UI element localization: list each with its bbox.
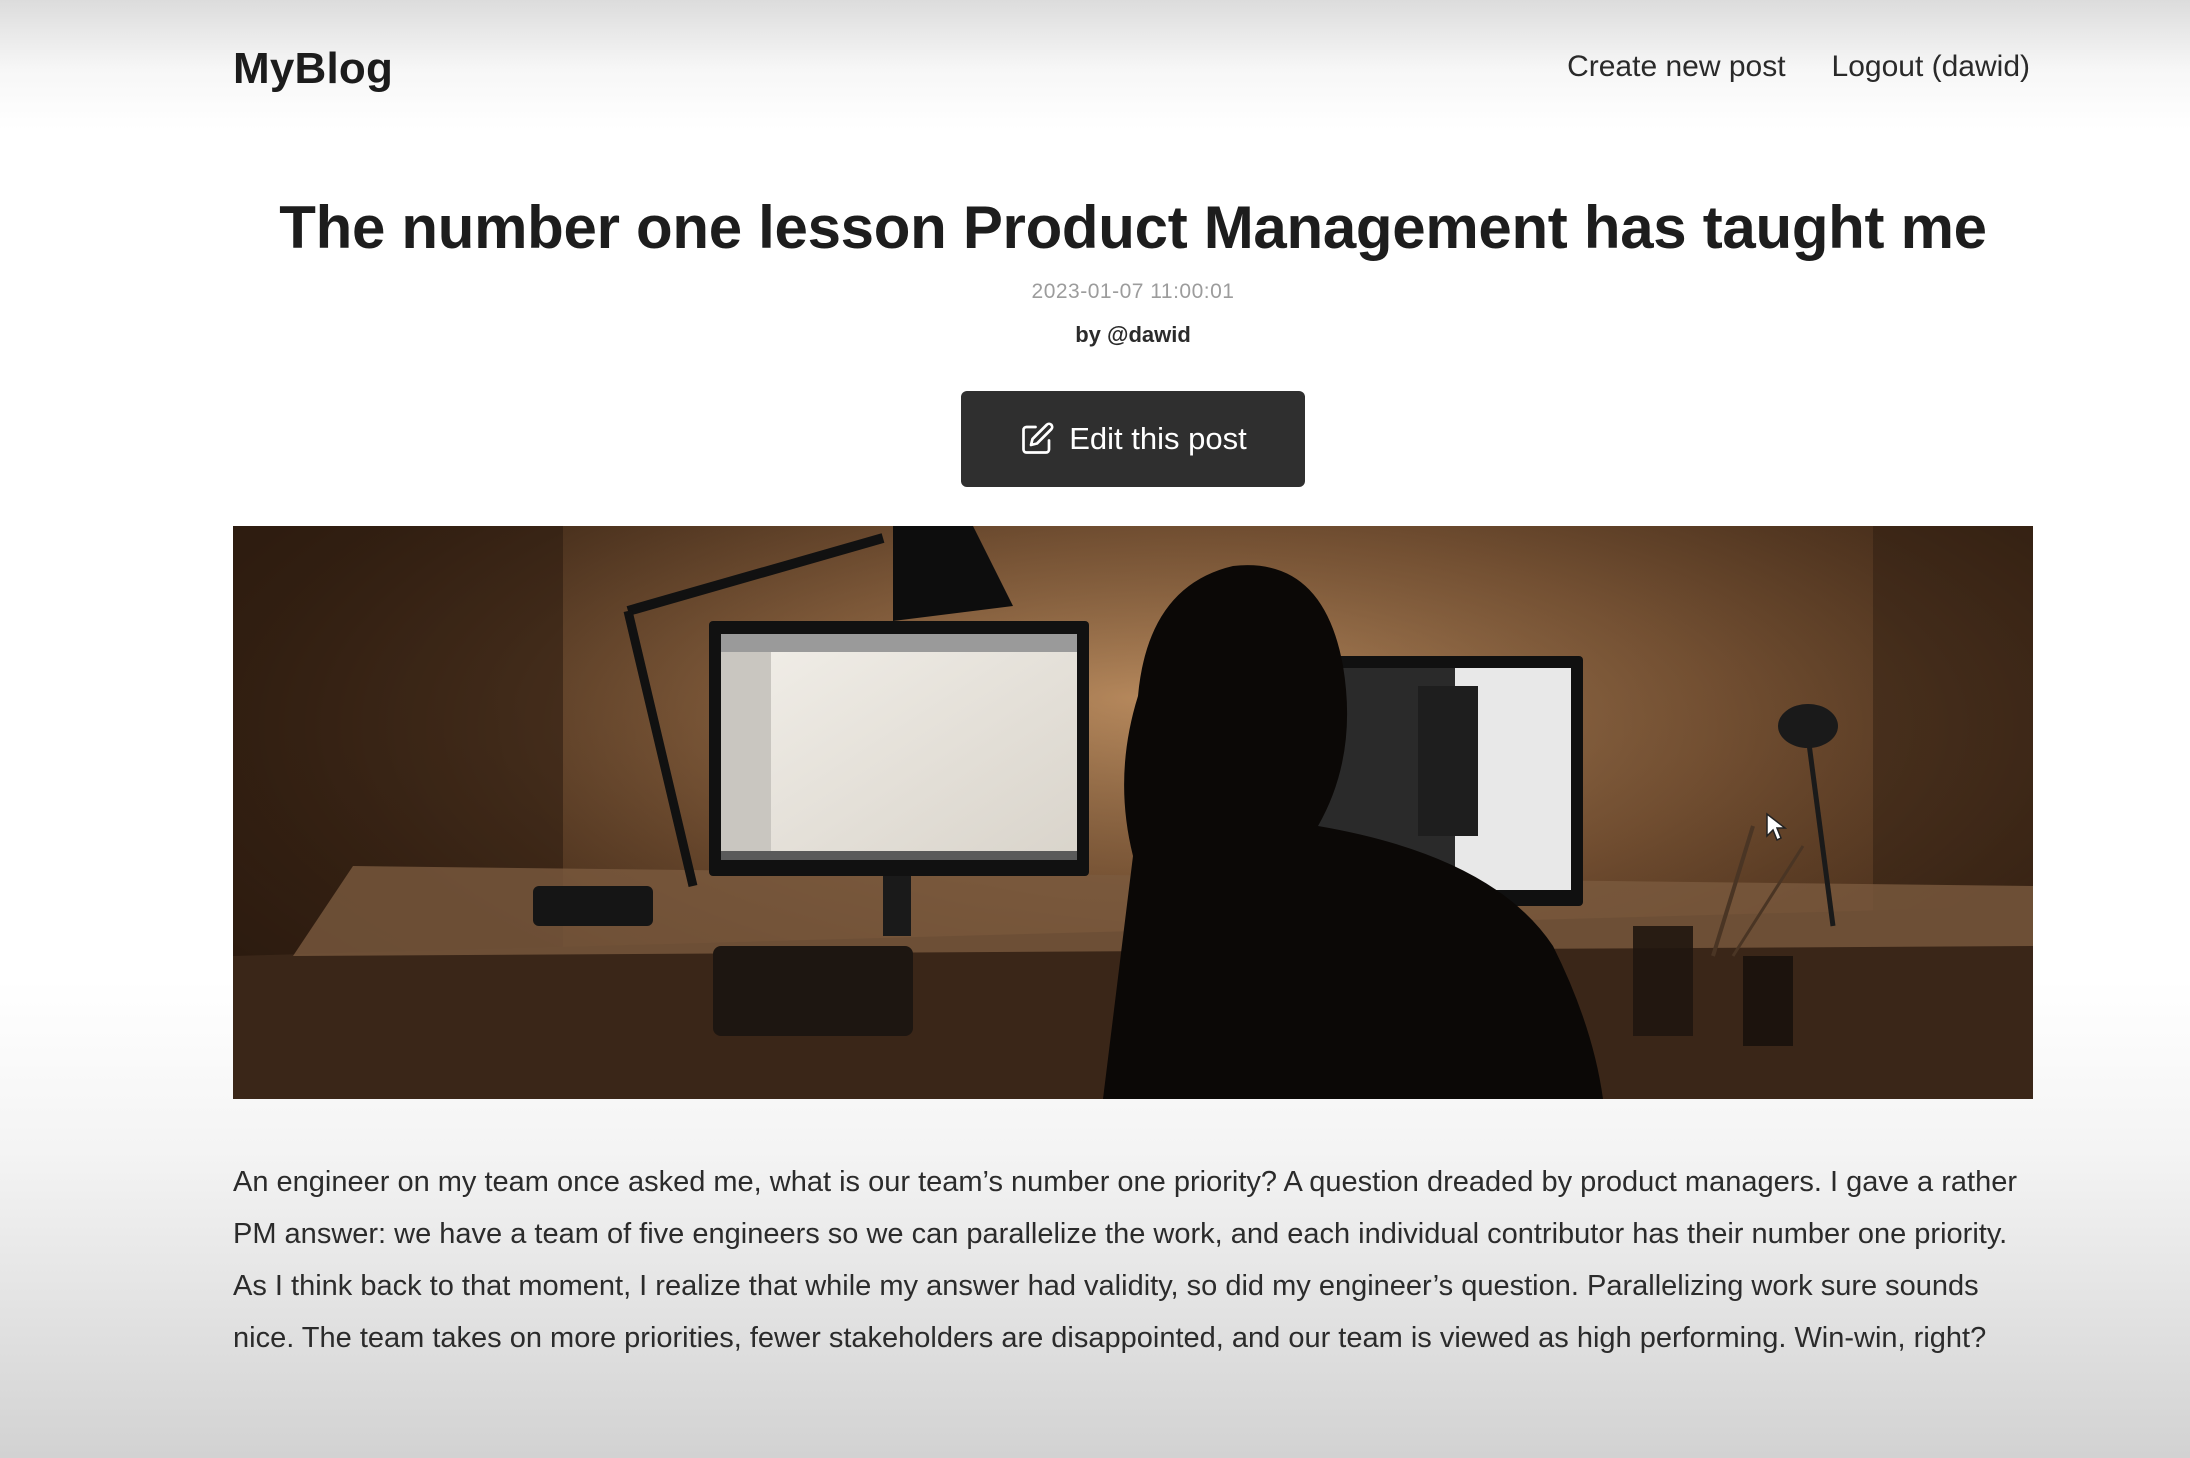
edit-post-label: Edit this post [1069, 421, 1247, 456]
pencil-square-icon [1019, 421, 1055, 457]
top-navbar: MyBlog Create new post Logout (dawid) [233, 38, 2030, 98]
site-logo[interactable]: MyBlog [233, 44, 393, 94]
post-body: An engineer on my team once asked me, wh… [233, 1166, 2017, 1354]
logout-link[interactable]: Logout (dawid) [1832, 50, 2030, 84]
mouse-cursor-icon [1766, 812, 1787, 842]
post-header: The number one lesson Product Management… [233, 188, 2033, 348]
post-title: The number one lesson Product Management… [279, 194, 1987, 261]
edit-post-button[interactable]: Edit this post [961, 391, 1305, 487]
post-date: 2023-01-07 11:00:01 [1031, 280, 1235, 303]
post-cover-image [233, 526, 2033, 1099]
create-new-post-link[interactable]: Create new post [1567, 50, 1785, 84]
nav-links: Create new post Logout (dawid) [1567, 50, 2030, 84]
post-author: by @dawid [1075, 322, 1191, 347]
